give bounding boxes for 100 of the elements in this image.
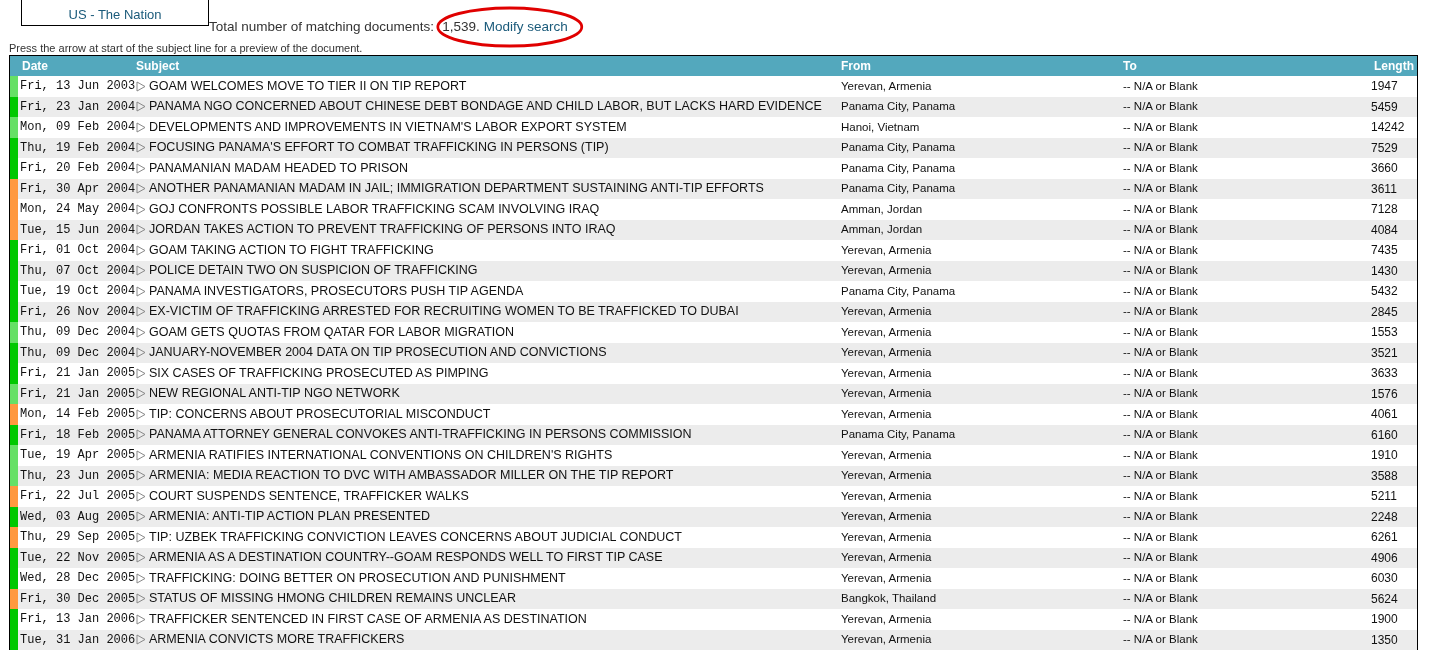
table-row[interactable]: Thu, 23 Jun 2005 ARMENIA: MEDIA REACTION TO DVC WITH AMBASSADOR MILLER ON THE TIP REPORT Yerevan, Armenia -- N/A or Blank 3588 bbox=[10, 465, 1417, 486]
subject-link[interactable]: EX-VICTIM OF TRAFFICKING ARRESTED FOR RECRUITING WOMEN TO BE TRAFFICKED TO DUBAI bbox=[149, 302, 739, 322]
subject-link[interactable]: TRAFFICKER SENTENCED IN FIRST CASE OF ARMENIA AS DESTINATION bbox=[149, 609, 587, 629]
preview-arrow-icon[interactable] bbox=[136, 408, 146, 420]
subject-link[interactable]: TRAFFICKING: DOING BETTER ON PROSECUTION AND PUNISHMENT bbox=[149, 568, 566, 588]
preview-arrow-icon[interactable] bbox=[136, 593, 146, 605]
to-cell-text: -- N/A or Blank bbox=[1123, 550, 1199, 566]
subject-link[interactable]: ARMENIA: ANTI-TIP ACTION PLAN PRESENTED bbox=[149, 507, 431, 527]
subject-link[interactable]: ARMENIA: MEDIA REACTION TO DVC WITH AMBASSADOR MILLER ON THE TIP REPORT bbox=[149, 466, 674, 486]
preview-arrow-icon[interactable] bbox=[136, 224, 146, 236]
length-cell-text: 6030 bbox=[1370, 570, 1399, 588]
from-cell-text: Hanoi, Vietnam bbox=[841, 119, 921, 135]
preview-arrow-icon[interactable] bbox=[136, 470, 146, 482]
date-cell-text: Thu, 09 Dec 2004 bbox=[19, 344, 136, 362]
subject-link[interactable]: GOJ CONFRONTS POSSIBLE LABOR TRAFFICKING SCAM INVOLVING IRAQ bbox=[149, 199, 600, 219]
date-cell-text: Fri, 26 Nov 2004 bbox=[19, 303, 136, 321]
table-row[interactable]: Tue, 15 Jun 2004 JORDAN TAKES ACTION TO PREVENT TRAFFICKING OF PERSONS INTO IRAQ Amman, Jordan -- N/A or Blank 4084 bbox=[10, 219, 1417, 240]
preview-arrow-icon[interactable] bbox=[136, 162, 146, 174]
subject-link[interactable]: GOAM WELCOMES MOVE TO TIER II ON TIP REPORT bbox=[149, 76, 467, 96]
length-cell-text: 5459 bbox=[1370, 98, 1399, 116]
subject-link[interactable]: JORDAN TAKES ACTION TO PREVENT TRAFFICKING OF PERSONS INTO IRAQ bbox=[149, 220, 616, 240]
subject-link[interactable]: GOAM GETS QUOTAS FROM QATAR FOR LABOR MIGRATION bbox=[149, 322, 515, 342]
subject-link[interactable]: JANUARY-NOVEMBER 2004 DATA ON TIP PROSECUTION AND CONVICTIONS bbox=[149, 343, 607, 363]
preview-arrow-icon[interactable] bbox=[136, 306, 146, 318]
subject-link[interactable]: POLICE DETAIN TWO ON SUSPICION OF TRAFFICKING bbox=[149, 261, 478, 281]
subject-link[interactable]: ANOTHER PANAMANIAN MADAM IN JAIL; IMMIGRATION DEPARTMENT SUSTAINING ANTI-TIP EFFORTS bbox=[149, 179, 764, 199]
preview-arrow-icon[interactable] bbox=[136, 449, 146, 461]
table-row[interactable]: Thu, 09 Dec 2004 JANUARY-NOVEMBER 2004 DATA ON TIP PROSECUTION AND CONVICTIONS Yerevan, Armenia -- N/A or Blank 3521 bbox=[10, 342, 1417, 363]
length-cell-text: 1947 bbox=[1370, 78, 1399, 96]
preview-arrow-icon[interactable] bbox=[136, 429, 146, 441]
from-cell-text: Yerevan, Armenia bbox=[841, 570, 933, 586]
subject-link[interactable]: ARMENIA RATIFIES INTERNATIONAL CONVENTIONS ON CHILDREN'S RIGHTS bbox=[149, 445, 613, 465]
date-cell-text: Mon, 09 Feb 2004 bbox=[19, 119, 136, 137]
preview-arrow-icon[interactable] bbox=[136, 511, 146, 523]
length-cell-text: 3660 bbox=[1370, 160, 1399, 178]
preview-arrow-icon[interactable] bbox=[136, 285, 146, 297]
from-cell-text: Yerevan, Armenia bbox=[841, 632, 933, 648]
subject-link[interactable]: ARMENIA CONVICTS MORE TRAFFICKERS bbox=[149, 630, 405, 650]
table-row[interactable]: Fri, 21 Jan 2005 NEW REGIONAL ANTI-TIP NGO NETWORK Yerevan, Armenia -- N/A or Blank 1576 bbox=[10, 383, 1417, 404]
subject-link[interactable]: TIP: CONCERNS ABOUT PROSECUTORIAL MISCONDUCT bbox=[149, 404, 491, 424]
subject-link[interactable]: NEW REGIONAL ANTI-TIP NGO NETWORK bbox=[149, 384, 400, 404]
date-cell-text: Tue, 15 Jun 2004 bbox=[19, 221, 136, 239]
from-cell-text: Yerevan, Armenia bbox=[841, 509, 933, 525]
length-cell-text: 1910 bbox=[1370, 447, 1399, 465]
length-cell-text: 1553 bbox=[1370, 324, 1399, 342]
subject-link[interactable]: SIX CASES OF TRAFFICKING PROSECUTED AS PIMPING bbox=[149, 363, 489, 383]
preview-arrow-icon[interactable] bbox=[136, 572, 146, 584]
date-cell-text: Fri, 23 Jan 2004 bbox=[19, 98, 136, 116]
table-row[interactable]: Thu, 07 Oct 2004 POLICE DETAIN TWO ON SUSPICION OF TRAFFICKING Yerevan, Armenia -- N/A or Blank 1430 bbox=[10, 260, 1417, 281]
source-link[interactable]: US - The Nation bbox=[68, 8, 162, 21]
to-cell-text: -- N/A or Blank bbox=[1123, 611, 1199, 627]
preview-arrow-icon[interactable] bbox=[136, 326, 146, 338]
table-row[interactable]: Fri, 26 Nov 2004 EX-VICTIM OF TRAFFICKING ARRESTED FOR RECRUITING WOMEN TO BE TRAFFICKED TO DUBAI Yerevan, Armenia -- N/A or Blank 2845 bbox=[10, 301, 1417, 322]
subject-link[interactable]: GOAM TAKING ACTION TO FIGHT TRAFFICKING bbox=[149, 240, 434, 260]
preview-arrow-icon[interactable] bbox=[136, 244, 146, 256]
preview-arrow-icon[interactable] bbox=[136, 183, 146, 195]
subject-link[interactable]: PANAMA NGO CONCERNED ABOUT CHINESE DEBT BONDAGE AND CHILD LABOR, BUT LACKS HARD EVIDENCE bbox=[149, 97, 822, 117]
from-cell-text: Yerevan, Armenia bbox=[841, 304, 933, 320]
table-row[interactable]: Fri, 30 Apr 2004 ANOTHER PANAMANIAN MADAM IN JAIL; IMMIGRATION DEPARTMENT SUSTAINING ANTI-TIP EFFORTS Panama City, Panama -- N/A or Blank 3611 bbox=[10, 178, 1417, 199]
preview-arrow-icon[interactable] bbox=[136, 367, 146, 379]
preview-arrow-icon[interactable] bbox=[136, 121, 146, 133]
preview-arrow-icon[interactable] bbox=[136, 634, 146, 646]
table-row[interactable]: Tue, 31 Jan 2006 ARMENIA CONVICTS MORE TRAFFICKERS Yerevan, Armenia -- N/A or Blank 1350 bbox=[10, 629, 1417, 650]
date-cell-text: Fri, 13 Jan 2006 bbox=[19, 611, 136, 629]
preview-arrow-icon[interactable] bbox=[136, 142, 146, 154]
subject-link[interactable]: ARMENIA AS A DESTINATION COUNTRY--GOAM RESPONDS WELL TO FIRST TIP CASE bbox=[149, 548, 663, 568]
preview-arrow-icon[interactable] bbox=[136, 613, 146, 625]
from-cell-text: Amman, Jordan bbox=[841, 222, 924, 238]
preview-arrow-icon[interactable] bbox=[136, 101, 146, 113]
table-row[interactable]: Wed, 03 Aug 2005 ARMENIA: ANTI-TIP ACTION PLAN PRESENTED Yerevan, Armenia -- N/A or Blank 2248 bbox=[10, 506, 1417, 527]
subject-link[interactable]: STATUS OF MISSING HMONG CHILDREN REMAINS UNCLEAR bbox=[149, 589, 516, 609]
preview-arrow-icon[interactable] bbox=[136, 265, 146, 277]
preview-arrow-icon[interactable] bbox=[136, 80, 146, 92]
table-row[interactable]: Fri, 18 Feb 2005 PANAMA ATTORNEY GENERAL CONVOKES ANTI-TRAFFICKING IN PERSONS COMMISSION Panama City, Panama -- N/A or Blank 6160 bbox=[10, 424, 1417, 445]
from-cell-text: Panama City, Panama bbox=[841, 99, 957, 115]
subject-link[interactable]: PANAMA INVESTIGATORS, PROSECUTORS PUSH TIP AGENDA bbox=[149, 281, 524, 301]
preview-arrow-icon[interactable] bbox=[136, 552, 146, 564]
table-row[interactable]: Fri, 30 Dec 2005 STATUS OF MISSING HMONG CHILDREN REMAINS UNCLEAR Bangkok, Thailand -- N/A or Blank 5624 bbox=[10, 588, 1417, 609]
subject-link[interactable]: COURT SUSPENDS SENTENCE, TRAFFICKER WALKS bbox=[149, 486, 469, 506]
table-row[interactable]: Fri, 23 Jan 2004 PANAMA NGO CONCERNED ABOUT CHINESE DEBT BONDAGE AND CHILD LABOR, BUT LACKS HARD EVIDENCE Panama City, Panama -- N/A or Blank 5459 bbox=[10, 96, 1417, 117]
subject-link[interactable]: TIP: UZBEK TRAFFICKING CONVICTION LEAVES CONCERNS ABOUT JUDICIAL CONDUCT bbox=[149, 527, 682, 547]
date-cell-text: Tue, 19 Apr 2005 bbox=[19, 447, 136, 465]
preview-arrow-icon[interactable] bbox=[136, 531, 146, 543]
from-cell-text: Yerevan, Armenia bbox=[841, 529, 933, 545]
subject-link[interactable]: FOCUSING PANAMA'S EFFORT TO COMBAT TRAFFICKING IN PERSONS (TIP) bbox=[149, 138, 609, 158]
table-row[interactable]: Thu, 19 Feb 2004 FOCUSING PANAMA'S EFFORT TO COMBAT TRAFFICKING IN PERSONS (TIP) Panama City, Panama -- N/A or Blank 7529 bbox=[10, 137, 1417, 158]
date-cell-text: Tue, 31 Jan 2006 bbox=[19, 631, 136, 649]
preview-arrow-icon[interactable] bbox=[136, 203, 146, 215]
from-cell-text: Panama City, Panama bbox=[841, 427, 957, 443]
preview-arrow-icon[interactable] bbox=[136, 347, 146, 359]
subject-link[interactable]: DEVELOPMENTS AND IMPROVEMENTS IN VIETNAM'S LABOR EXPORT SYSTEM bbox=[149, 117, 627, 137]
from-cell-text: Yerevan, Armenia bbox=[841, 242, 933, 258]
to-cell-text: -- N/A or Blank bbox=[1123, 509, 1199, 525]
preview-arrow-icon[interactable] bbox=[136, 388, 146, 400]
to-cell-text: -- N/A or Blank bbox=[1123, 140, 1199, 156]
subject-link[interactable]: PANAMANIAN MADAM HEADED TO PRISON bbox=[149, 158, 409, 178]
subject-link[interactable]: PANAMA ATTORNEY GENERAL CONVOKES ANTI-TRAFFICKING IN PERSONS COMMISSION bbox=[149, 425, 692, 445]
modify-search-link[interactable]: Modify search bbox=[483, 18, 568, 36]
table-row[interactable]: Tue, 22 Nov 2005 ARMENIA AS A DESTINATION COUNTRY--GOAM RESPONDS WELL TO FIRST TIP CASE Yerevan, Armenia -- N/A or Blank 4906 bbox=[10, 547, 1417, 568]
preview-arrow-icon[interactable] bbox=[136, 490, 146, 502]
